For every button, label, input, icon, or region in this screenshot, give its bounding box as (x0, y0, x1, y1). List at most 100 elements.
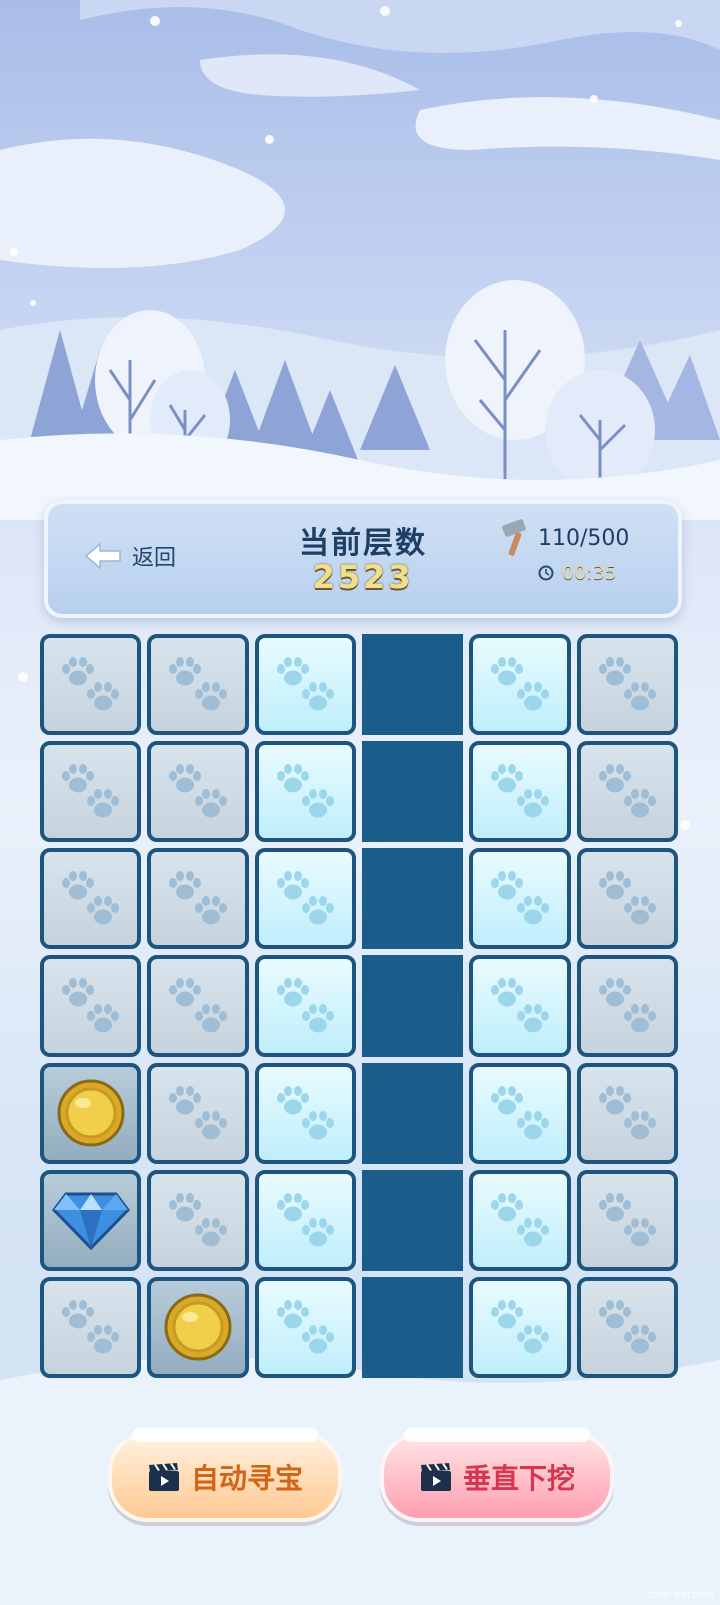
paw-print-icon (624, 1110, 656, 1140)
ice-block[interactable] (254, 1169, 356, 1271)
paw-print-icon (302, 682, 334, 711)
diamond-icon (51, 1192, 130, 1251)
gold-coin-icon (164, 1293, 232, 1361)
stone-block[interactable] (576, 1062, 678, 1164)
ice-block[interactable] (469, 1169, 571, 1271)
paw-print-icon (516, 1217, 549, 1247)
ice-block[interactable] (469, 1276, 571, 1378)
paw-print-icon (194, 1217, 227, 1247)
watermark: trial version (648, 1588, 714, 1601)
stone-block[interactable] (40, 848, 142, 950)
dug-cell (362, 741, 464, 843)
paw-print-icon (194, 789, 227, 818)
stone-block[interactable] (576, 1169, 678, 1271)
stone-block[interactable] (576, 955, 678, 1057)
paw-print-icon (87, 896, 120, 925)
stone-block[interactable] (576, 848, 678, 950)
ice-block[interactable] (469, 634, 571, 736)
paw-print-icon (302, 1217, 334, 1247)
dug-cell (362, 955, 464, 1057)
paw-print-icon (516, 1003, 549, 1033)
dug-cell (362, 848, 464, 950)
paw-print-icon (302, 789, 334, 818)
timer-text: 00:35 (562, 562, 617, 584)
snowflake (675, 20, 682, 27)
stone-block[interactable] (147, 1062, 249, 1164)
paw-print-icon (516, 789, 549, 818)
ice-block[interactable] (469, 955, 571, 1057)
snowflake (680, 820, 690, 830)
stone-block[interactable] (40, 955, 142, 1057)
paw-print-icon (516, 1110, 549, 1140)
ice-block[interactable] (254, 848, 356, 950)
paw-print-icon (194, 682, 227, 711)
gem-block[interactable] (40, 1169, 142, 1271)
ice-block[interactable] (469, 1062, 571, 1164)
coin-block[interactable] (147, 1276, 249, 1378)
paw-print-icon (87, 682, 120, 711)
snowflake (265, 135, 274, 144)
timer: 00:35 (538, 562, 617, 584)
gold-coin-icon (57, 1079, 125, 1147)
ice-block[interactable] (254, 1276, 356, 1378)
stone-block[interactable] (147, 848, 249, 950)
dug-cell (362, 634, 464, 736)
stone-block[interactable] (40, 1276, 142, 1378)
paw-print-icon (516, 896, 549, 925)
paw-print-icon (194, 1110, 227, 1140)
dig-down-label: 垂直下挖 (462, 1462, 575, 1495)
auto-treasure-label: 自动寻宝 (190, 1462, 303, 1495)
paw-print-icon (624, 1325, 656, 1354)
video-clapper-icon (420, 1462, 451, 1491)
stone-block[interactable] (147, 741, 249, 843)
ice-block[interactable] (254, 634, 356, 736)
stone-block[interactable] (147, 955, 249, 1057)
snow-cap (132, 1428, 318, 1442)
stone-block[interactable] (576, 1276, 678, 1378)
snowflake (150, 16, 160, 26)
paw-print-icon (302, 1003, 334, 1033)
paw-print-icon (302, 1325, 334, 1354)
stone-block[interactable] (147, 1169, 249, 1271)
paw-print-icon (194, 1003, 227, 1033)
ice-block[interactable] (254, 1062, 356, 1164)
paw-print-icon (624, 682, 656, 711)
paw-print-icon (87, 1003, 120, 1033)
paw-print-icon (516, 682, 549, 711)
stone-block[interactable] (40, 741, 142, 843)
paw-print-icon (194, 896, 227, 925)
paw-print-icon (624, 1217, 656, 1247)
paw-print-icon (516, 1325, 549, 1354)
clock-icon (538, 565, 554, 581)
dug-cell (362, 1062, 464, 1164)
auto-treasure-button[interactable]: 自动寻宝 (108, 1428, 342, 1522)
dug-cell (362, 1276, 464, 1378)
dig-grid (40, 634, 678, 1378)
paw-print-icon (302, 896, 334, 925)
ice-block[interactable] (254, 955, 356, 1057)
snowflake (30, 300, 36, 306)
video-clapper-icon (148, 1462, 179, 1491)
paw-print-icon (87, 1325, 120, 1354)
snowflake (590, 95, 598, 103)
status-panel: 返回 当前层数 2523 110/500 00:35 (44, 500, 682, 618)
snowflake (380, 6, 390, 16)
stone-block[interactable] (147, 634, 249, 736)
dug-cell (362, 1169, 464, 1271)
stone-block[interactable] (576, 741, 678, 843)
ice-block[interactable] (469, 848, 571, 950)
coin-block[interactable] (40, 1062, 142, 1164)
ice-block[interactable] (469, 741, 571, 843)
hammer-count: 110/500 (538, 525, 630, 551)
snow-cap (404, 1428, 590, 1442)
stone-block[interactable] (576, 634, 678, 736)
stone-block[interactable] (40, 634, 142, 736)
paw-print-icon (624, 789, 656, 818)
ice-block[interactable] (254, 741, 356, 843)
paw-print-icon (624, 896, 656, 925)
snowflake (18, 672, 28, 682)
hammer-icon (502, 519, 526, 556)
dig-down-button[interactable]: 垂直下挖 (380, 1428, 614, 1522)
snowflake (10, 248, 18, 256)
paw-print-icon (624, 1003, 656, 1033)
